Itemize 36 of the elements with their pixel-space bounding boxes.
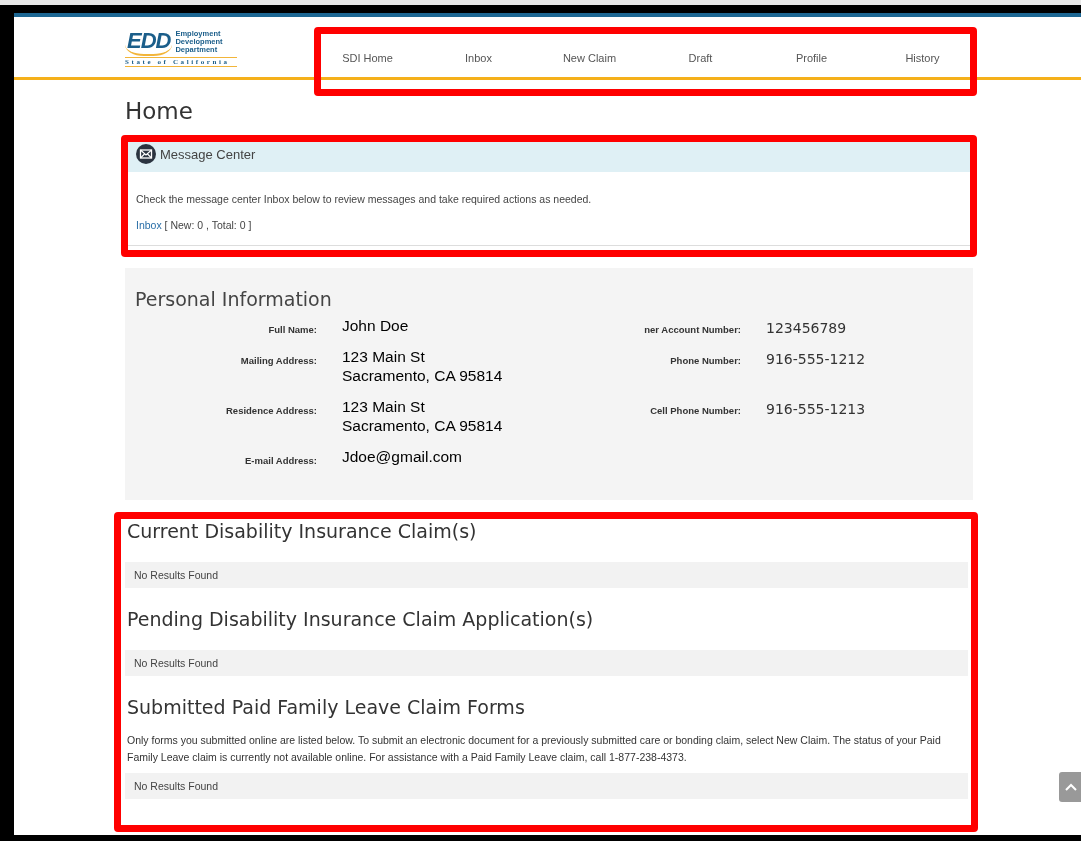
- nav-link[interactable]: Inbox: [423, 52, 534, 64]
- field-label: Cell Phone Number:: [649, 404, 741, 418]
- section-title: Pending Disability Insurance Claim Application(s): [127, 608, 595, 630]
- panel-title: Message Center: [160, 146, 256, 162]
- field-value: 123 Main St Sacramento, CA 95814: [342, 347, 504, 385]
- message-text: Check the message center Inbox below to review messages and take required actions as needed.: [136, 193, 593, 205]
- nav-link[interactable]: SDI Home: [312, 52, 423, 64]
- inbox-link[interactable]: Inbox: [136, 219, 162, 231]
- field-label: Full Name:: [267, 323, 317, 337]
- page-title: Home: [125, 98, 194, 124]
- message-counts: [ New: 0 , Total: 0 ]: [164, 219, 252, 231]
- scroll-top-button[interactable]: [1059, 772, 1081, 802]
- field-label: Phone Number:: [669, 354, 741, 368]
- nav-link[interactable]: New Claim: [534, 52, 645, 64]
- empty-results-row: No Results Found: [125, 773, 968, 799]
- field-value: John Doe: [342, 316, 410, 335]
- field-label: Residence Address:: [225, 404, 317, 418]
- nav-link[interactable]: Draft: [645, 52, 756, 64]
- section-title: Personal Information: [135, 288, 333, 310]
- envelope-icon: [136, 144, 156, 164]
- caret-icon: [1065, 783, 1077, 791]
- field-value: 916-555-1212: [766, 350, 867, 369]
- section-note: Only forms you submitted online are listed below. To submit an electronic document for a previously submitted care or bonding claim, select New Claim. The status of your Paid Family Leave claim is currently not available online. For assistance with a Paid Family Leave claim, call 1-877-238-4373.: [127, 733, 942, 765]
- empty-results-row: No Results Found: [125, 562, 968, 588]
- field-value: 123456789: [766, 319, 848, 338]
- field-label: E-mail Address:: [244, 454, 317, 468]
- section-title: Current Disability Insurance Claim(s): [127, 520, 478, 542]
- field-value: 916-555-1213: [766, 400, 867, 419]
- empty-results-row: No Results Found: [125, 650, 968, 676]
- section-title: Submitted Paid Family Leave Claim Forms: [127, 696, 526, 718]
- nav-link[interactable]: Profile: [756, 52, 867, 64]
- field-label: ner Account Number:: [643, 323, 741, 337]
- field-value: Jdoe@gmail.com: [342, 447, 463, 466]
- field-label: Mailing Address:: [239, 354, 317, 368]
- field-value: 123 Main St Sacramento, CA 95814: [342, 397, 504, 435]
- nav-link[interactable]: History: [867, 52, 978, 64]
